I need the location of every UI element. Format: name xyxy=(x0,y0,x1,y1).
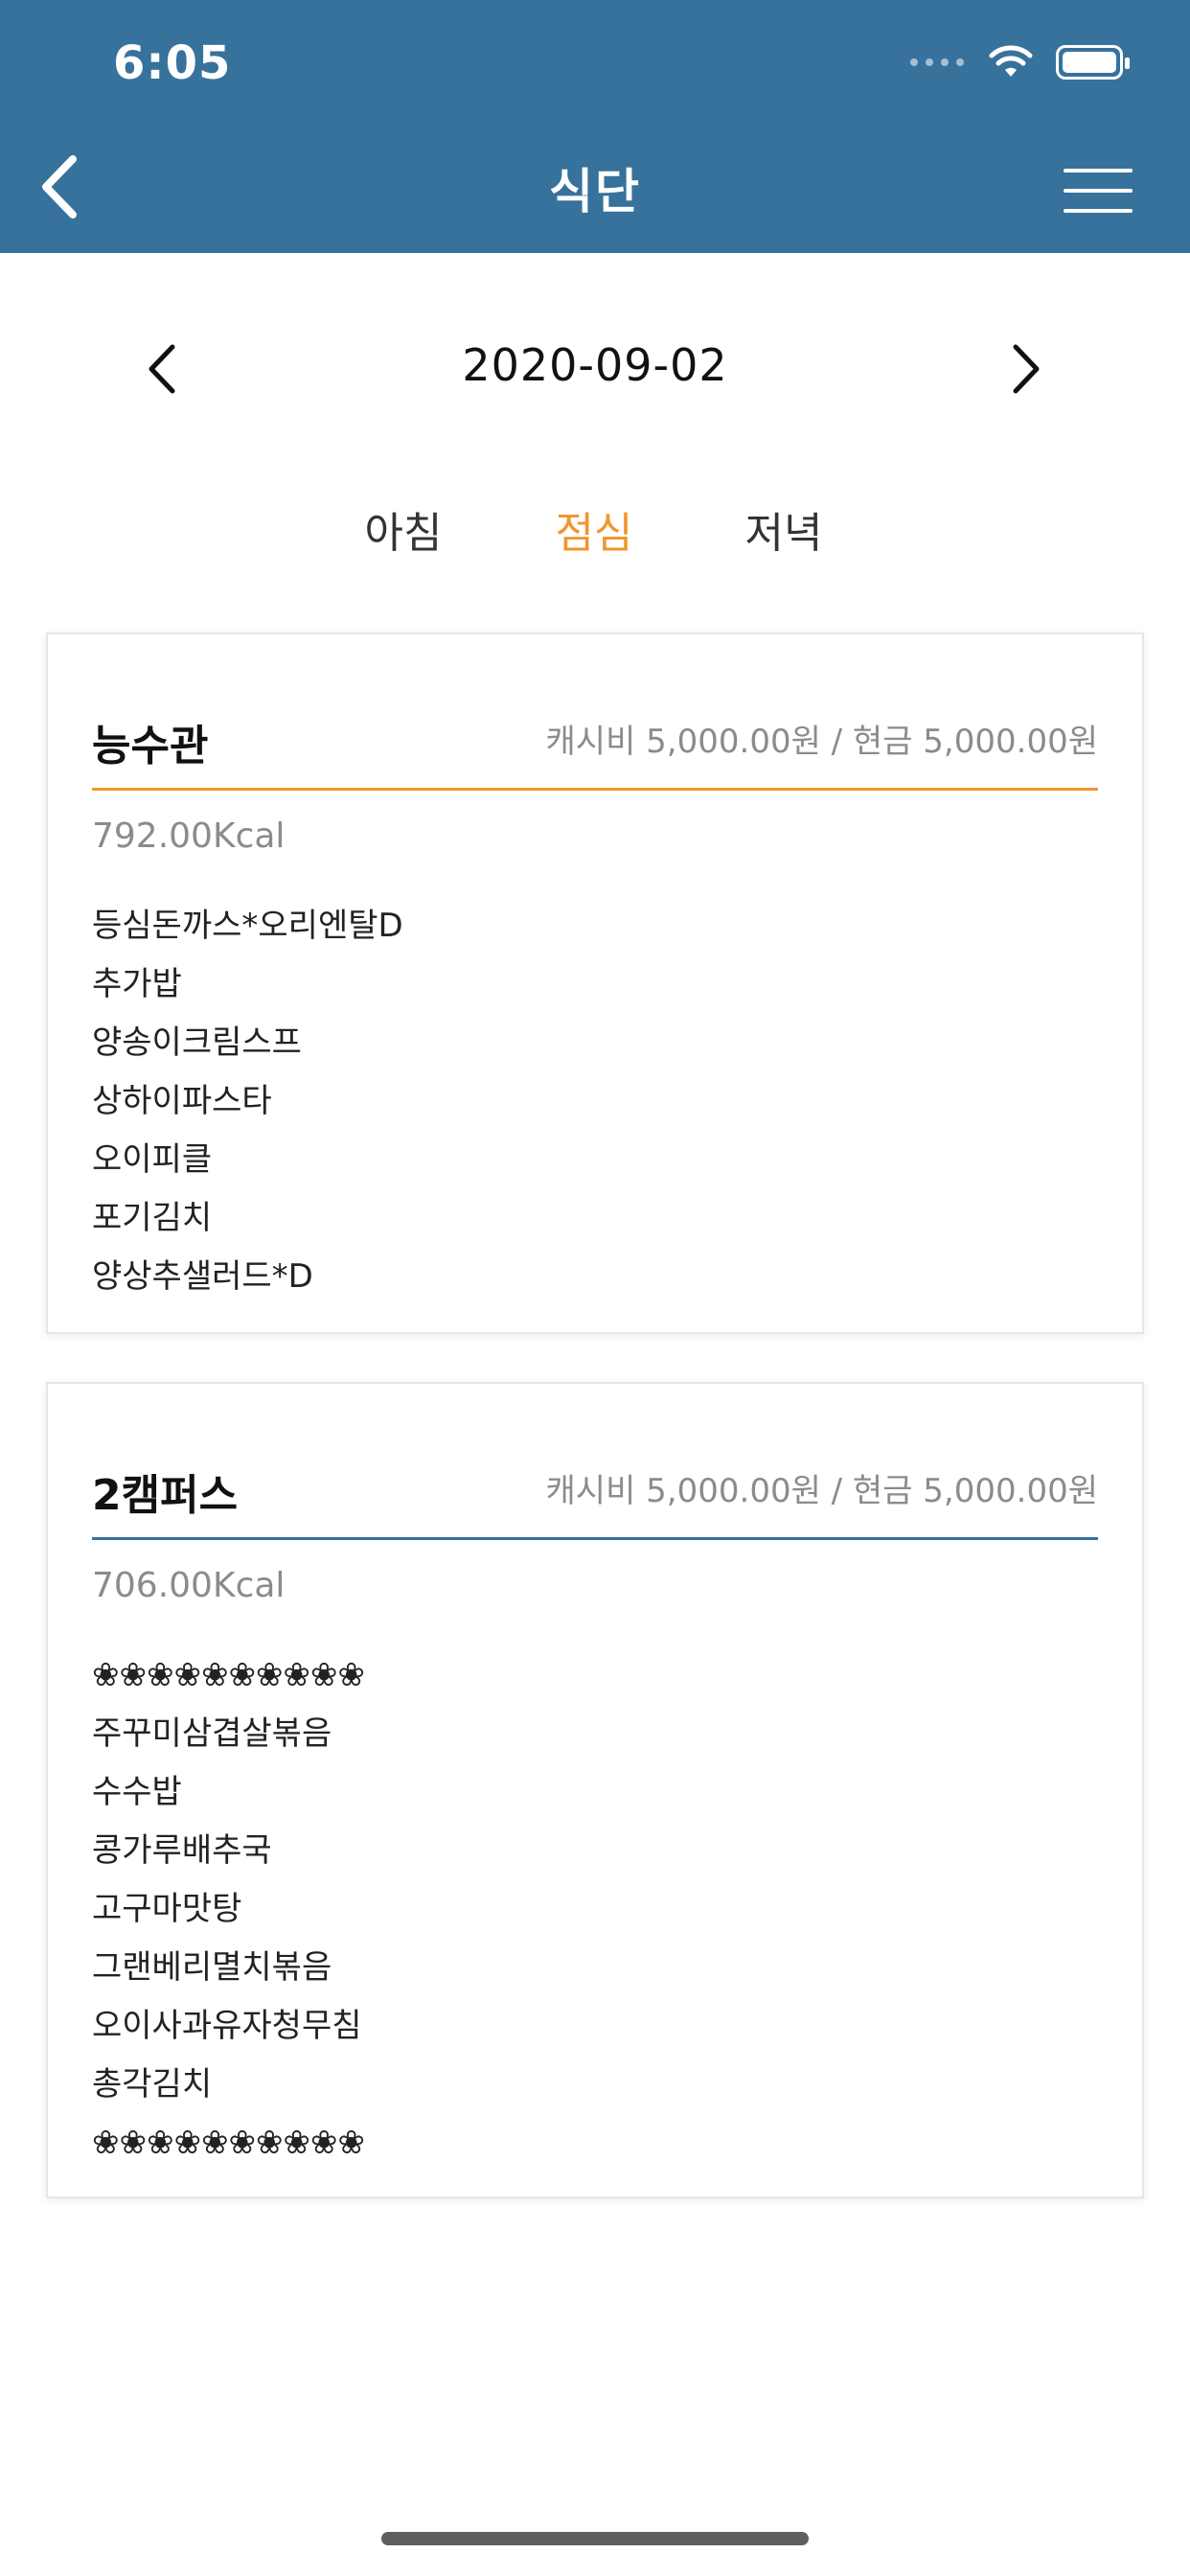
card-divider xyxy=(92,1537,1098,1540)
menu-item: 오이사과유자청무침 xyxy=(92,2007,362,2045)
menu-item: 양상추샐러드*D xyxy=(92,1257,313,1296)
menu-item: ❀❀❀❀❀❀❀❀❀❀ xyxy=(92,2124,365,2162)
date-navigation: 2020-09-02 xyxy=(0,316,1190,422)
tab-dinner[interactable]: 저녁 xyxy=(745,498,823,560)
calorie-label: 792.00Kcal xyxy=(92,816,286,856)
status-time: 6:05 xyxy=(113,36,232,90)
menu-item: 상하이파스타 xyxy=(92,1082,272,1120)
menu-list: ❀❀❀❀❀❀❀❀❀❀ 주꾸미삼겹살볶음 수수밥 콩가루배추국 고구마맛탕 그랜베… xyxy=(92,1646,365,2173)
cafeteria-name: 2캠퍼스 xyxy=(92,1471,239,1520)
next-date-button[interactable] xyxy=(996,335,1054,402)
card-divider xyxy=(92,788,1098,791)
menu-item: 그랜베리멸치볶음 xyxy=(92,1948,332,1987)
menu-item: 고구마맛탕 xyxy=(92,1890,242,1928)
status-icons xyxy=(910,44,1130,80)
page-title: 식단 xyxy=(549,164,641,219)
tab-breakfast[interactable]: 아침 xyxy=(365,498,443,560)
menu-item: 추가밥 xyxy=(92,965,182,1003)
meal-tabs: 아침 점심 저녁 xyxy=(0,489,1190,565)
menu-item: 콩가루배추국 xyxy=(92,1831,272,1870)
calorie-label: 706.00Kcal xyxy=(92,1566,286,1605)
wifi-icon xyxy=(989,45,1033,77)
cafeteria-card: 2캠퍼스 캐시비 5,000.00원 / 현금 5,000.00원 706.00… xyxy=(46,1382,1144,2198)
chevron-right-icon xyxy=(1013,344,1040,394)
menu-item: 양송이크림스프 xyxy=(92,1024,302,1062)
menu-item: 포기김치 xyxy=(92,1199,213,1237)
page: 6:05 식단 2020-09-02 아침 점심 저녁 능수관 캐시비 5,00… xyxy=(0,0,1190,2576)
menu-item: 총각김치 xyxy=(92,2065,213,2104)
menu-item: 수수밥 xyxy=(92,1773,182,1811)
cafeteria-price: 캐시비 5,000.00원 / 현금 5,000.00원 xyxy=(545,723,1098,761)
signal-icon xyxy=(910,58,964,66)
tab-lunch[interactable]: 점심 xyxy=(556,498,633,560)
menu-item: 오이피클 xyxy=(92,1140,213,1179)
home-indicator xyxy=(381,2532,809,2545)
cafeteria-name: 능수관 xyxy=(92,722,209,770)
menu-list: 등심돈까스*오리엔탈D 추가밥 양송이크림스프 상하이파스타 오이피클 포기김치… xyxy=(92,897,403,1306)
menu-button[interactable] xyxy=(1064,169,1133,213)
menu-item: 주꾸미삼겹살볶음 xyxy=(92,1714,332,1753)
menu-item: 등심돈까스*오리엔탈D xyxy=(92,907,403,945)
cafeteria-card: 능수관 캐시비 5,000.00원 / 현금 5,000.00원 792.00K… xyxy=(46,632,1144,1334)
menu-item: ❀❀❀❀❀❀❀❀❀❀ xyxy=(92,1656,365,1694)
battery-icon xyxy=(1056,45,1130,80)
cafeteria-price: 캐시비 5,000.00원 / 현금 5,000.00원 xyxy=(545,1472,1098,1510)
app-header: 6:05 식단 xyxy=(0,0,1190,253)
